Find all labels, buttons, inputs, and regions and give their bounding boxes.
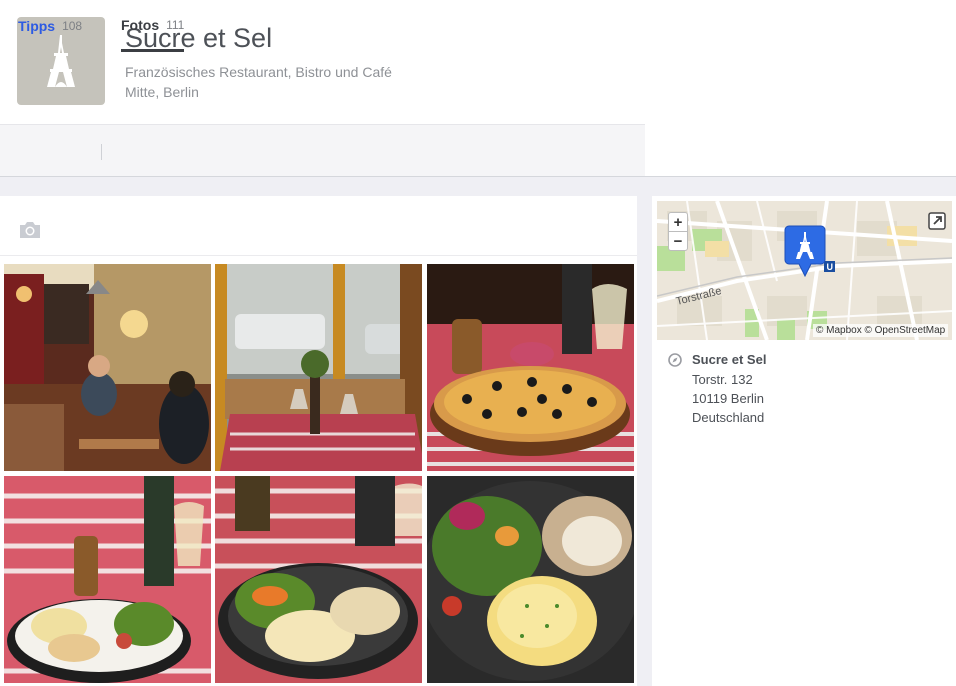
tab-tipps-label: Tipps <box>18 18 56 34</box>
zoom-in-button[interactable]: + <box>668 212 688 232</box>
tab-tipps[interactable]: Tipps 108 <box>18 0 82 52</box>
transit-label: U <box>827 262 834 272</box>
mashed-potato-plate-photo <box>215 476 422 683</box>
tab-fotos[interactable]: Fotos 111 <box>121 0 185 52</box>
open-external-icon[interactable] <box>928 212 946 230</box>
photo-thumbnail[interactable] <box>427 476 634 683</box>
photo-thumbnail[interactable] <box>4 476 211 683</box>
salad-plate-photo <box>4 476 211 683</box>
pizza-photo <box>427 264 634 471</box>
camera-icon[interactable] <box>18 220 42 240</box>
photo-thumbnail[interactable] <box>215 264 422 471</box>
zoom-out-button[interactable]: − <box>668 231 688 251</box>
location-marker-icon[interactable] <box>783 224 827 278</box>
tab-bar <box>0 124 645 176</box>
address-venue-name: Sucre et Sel <box>692 352 767 367</box>
bistro-interior-photo <box>4 264 211 471</box>
window-table-photo <box>215 264 422 471</box>
header-divider <box>0 176 956 177</box>
header-strip <box>644 124 956 176</box>
photo-thumbnail[interactable] <box>215 476 422 683</box>
address-city: 10119 Berlin <box>692 391 765 406</box>
address-street: Torstr. 132 <box>692 372 753 387</box>
venue-location[interactable]: Mitte, Berlin <box>125 84 199 100</box>
tab-tipps-count: 108 <box>62 19 83 33</box>
venue-categories[interactable]: Französisches Restaurant, Bistro und Caf… <box>125 64 392 80</box>
photo-thumbnail[interactable] <box>427 264 634 471</box>
photo-thumbnail[interactable] <box>4 264 211 471</box>
salad-mash-plate-photo <box>427 476 634 683</box>
tab-fotos-label: Fotos <box>121 16 160 33</box>
photos-toolbar <box>0 196 637 256</box>
tab-divider <box>101 144 102 160</box>
compass-icon <box>668 353 682 367</box>
address-country: Deutschland <box>692 410 765 425</box>
map-attribution[interactable]: © Mapbox © OpenStreetMap <box>813 324 949 337</box>
tab-fotos-count: 111 <box>166 17 185 32</box>
